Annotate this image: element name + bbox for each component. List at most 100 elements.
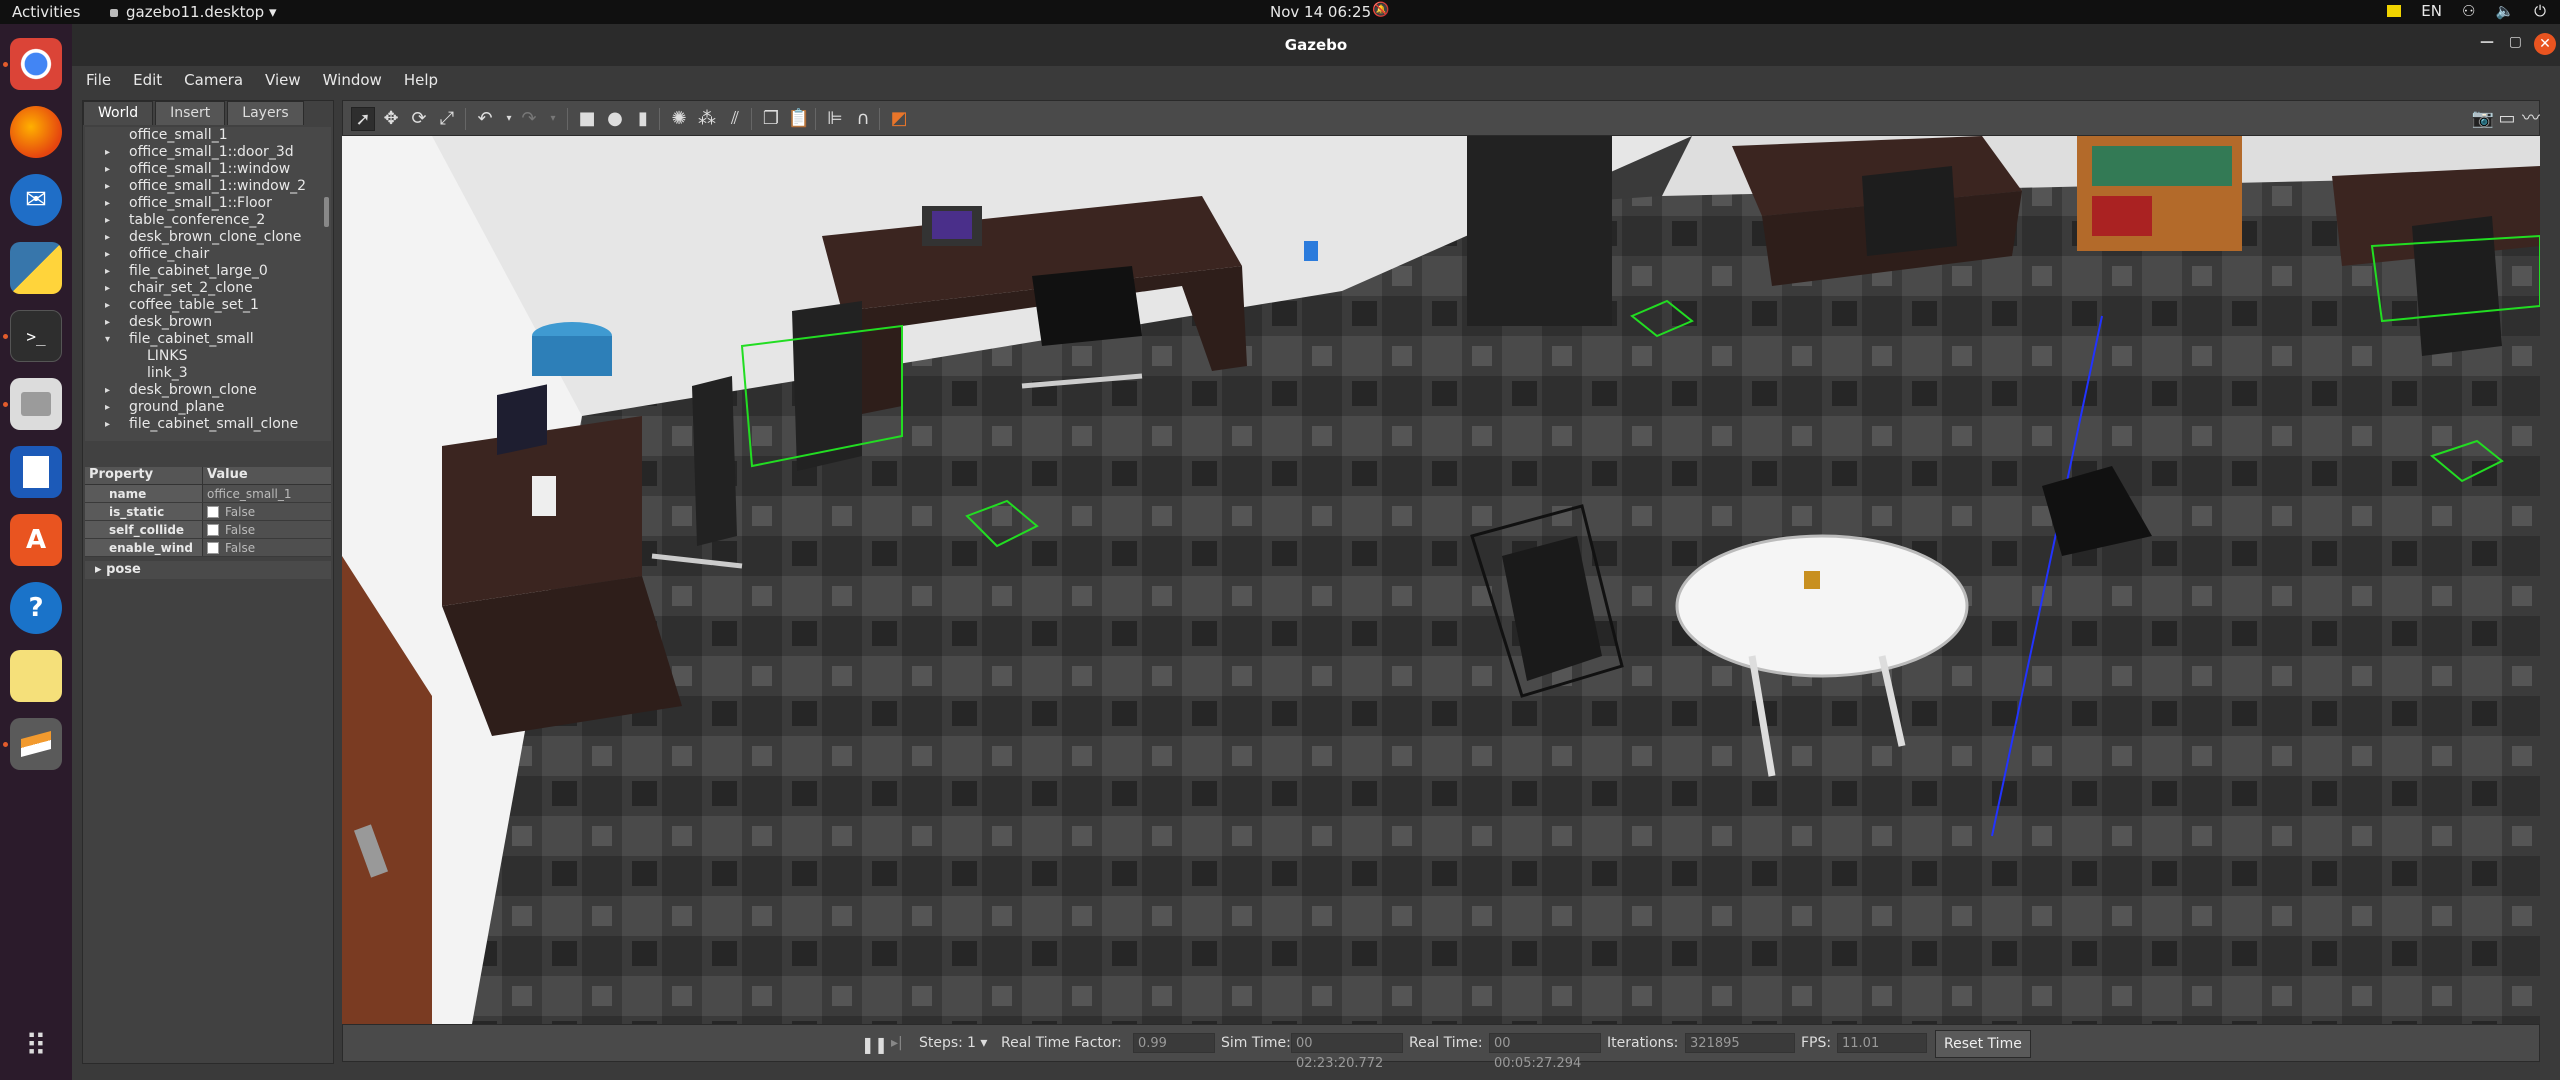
sphere-shape-icon[interactable]: ● bbox=[603, 107, 627, 131]
expand-arrow-icon[interactable]: ▸ bbox=[105, 297, 110, 314]
snap-icon[interactable]: ∩ bbox=[851, 107, 875, 131]
property-checkbox[interactable] bbox=[207, 541, 219, 554]
notes-indicator-icon[interactable] bbox=[2387, 5, 2402, 17]
property-value[interactable]: office_small_1 bbox=[203, 485, 331, 502]
power-icon[interactable]: ⏻ bbox=[2534, 2, 2546, 20]
tree-item[interactable]: office_small_1 bbox=[85, 127, 331, 144]
property-checkbox[interactable] bbox=[207, 505, 219, 518]
activities-button[interactable]: Activities bbox=[12, 3, 80, 21]
expand-arrow-icon[interactable]: ▸ bbox=[105, 178, 110, 195]
property-value[interactable]: False bbox=[203, 503, 331, 520]
tree-item[interactable]: ▸ file_cabinet_small_clone bbox=[85, 416, 331, 433]
expand-arrow-icon[interactable]: ▸ bbox=[105, 399, 110, 416]
menu-help[interactable]: Help bbox=[404, 71, 438, 89]
maximize-icon[interactable]: ▢ bbox=[2509, 34, 2522, 50]
select-mode-icon[interactable]: ➚ bbox=[351, 107, 375, 131]
undo-icon[interactable]: ↶ bbox=[473, 107, 497, 131]
minimize-icon[interactable]: — bbox=[2480, 34, 2494, 50]
scene-render[interactable] bbox=[342, 136, 2540, 1024]
tree-item[interactable]: ▸ office_small_1::door_3d bbox=[85, 144, 331, 161]
redo-history-icon[interactable]: ▾ bbox=[541, 107, 565, 131]
tree-item[interactable]: ▸ office_chair bbox=[85, 246, 331, 263]
python-icon[interactable] bbox=[10, 242, 62, 294]
window-titlebar[interactable]: Gazebo — ▢ ✕ bbox=[72, 24, 2560, 66]
property-checkbox[interactable] bbox=[207, 523, 219, 536]
expand-arrow-icon[interactable]: ▸ bbox=[105, 195, 110, 212]
expand-arrow-icon[interactable]: ▸ bbox=[105, 382, 110, 399]
reset-time-button[interactable]: Reset Time bbox=[1935, 1030, 2031, 1058]
language-indicator[interactable]: EN bbox=[2421, 2, 2442, 20]
menu-camera[interactable]: Camera bbox=[184, 71, 243, 89]
close-icon[interactable]: ✕ bbox=[2534, 33, 2556, 55]
screenshot-icon[interactable]: 📷 bbox=[2471, 107, 2495, 131]
copy-icon[interactable]: ❐ bbox=[759, 107, 783, 131]
writer-icon[interactable] bbox=[10, 446, 62, 498]
directional-light-icon[interactable]: ⫽ bbox=[723, 107, 747, 131]
property-value[interactable]: False bbox=[203, 539, 331, 556]
paste-icon[interactable]: 📋 bbox=[787, 107, 811, 131]
expand-arrow-icon[interactable]: ▸ bbox=[105, 416, 110, 433]
tree-item[interactable]: link_3 bbox=[85, 365, 331, 382]
gazebo-icon[interactable] bbox=[10, 718, 62, 770]
expand-arrow-icon[interactable]: ▸ bbox=[105, 314, 110, 331]
expand-arrow-icon[interactable]: ▸ bbox=[105, 229, 110, 246]
pose-group[interactable]: ▸ pose bbox=[85, 561, 331, 579]
app-menu[interactable]: gazebo11.desktop ▾ bbox=[110, 3, 277, 21]
translate-mode-icon[interactable]: ✥ bbox=[379, 107, 403, 131]
world-tree[interactable]: office_small_1 ▸ office_small_1::door_3d ▸ o… bbox=[85, 127, 331, 441]
menu-edit[interactable]: Edit bbox=[133, 71, 162, 89]
tab-insert[interactable]: Insert bbox=[155, 101, 226, 125]
network-icon[interactable]: ⚇ bbox=[2462, 2, 2475, 20]
align-icon[interactable]: ⊫ bbox=[823, 107, 847, 131]
terminal-icon[interactable]: >_ bbox=[10, 310, 62, 362]
point-light-icon[interactable]: ✺ bbox=[667, 107, 691, 131]
help-icon[interactable]: ? bbox=[10, 582, 62, 634]
expand-arrow-icon[interactable]: ▸ bbox=[105, 280, 110, 297]
rotate-mode-icon[interactable]: ⟳ bbox=[407, 107, 431, 131]
property-value[interactable]: False bbox=[203, 521, 331, 538]
scale-mode-icon[interactable]: ⤢ bbox=[435, 107, 459, 131]
redo-icon[interactable]: ↷ bbox=[517, 107, 541, 131]
tree-item[interactable]: ▸ table_conference_2 bbox=[85, 212, 331, 229]
firefox-icon[interactable] bbox=[10, 106, 62, 158]
software-center-icon[interactable]: A bbox=[10, 514, 62, 566]
3d-viewport[interactable] bbox=[342, 136, 2540, 1024]
sticky-notes-icon[interactable] bbox=[10, 650, 62, 702]
cylinder-shape-icon[interactable]: ▮ bbox=[631, 107, 655, 131]
tree-item[interactable]: ▸ desk_brown_clone_clone bbox=[85, 229, 331, 246]
plot-icon[interactable]: 〰 bbox=[2519, 107, 2543, 131]
tree-item[interactable]: ▸ chair_set_2_clone bbox=[85, 280, 331, 297]
volume-icon[interactable]: 🔈 bbox=[2495, 2, 2514, 20]
expand-arrow-icon[interactable]: ▸ bbox=[105, 161, 110, 178]
files-icon[interactable] bbox=[10, 378, 62, 430]
expand-arrow-icon[interactable]: ▸ bbox=[105, 144, 110, 161]
box-shape-icon[interactable]: ■ bbox=[575, 107, 599, 131]
expand-arrow-icon[interactable]: ▸ bbox=[105, 263, 110, 280]
tree-scrollbar[interactable] bbox=[324, 197, 329, 227]
pause-icon[interactable]: ❚❚ bbox=[861, 1035, 888, 1054]
tree-item[interactable]: ▸ desk_brown_clone bbox=[85, 382, 331, 399]
chrome-icon[interactable] bbox=[10, 38, 62, 90]
tab-world[interactable]: World bbox=[83, 101, 154, 125]
step-icon[interactable]: ▸| bbox=[891, 1035, 903, 1051]
menu-file[interactable]: File bbox=[86, 71, 111, 89]
tree-item[interactable]: ▸ office_small_1::window_2 bbox=[85, 178, 331, 195]
tree-item[interactable]: LINKS bbox=[85, 348, 331, 365]
tree-item[interactable]: ▸ office_small_1::window bbox=[85, 161, 331, 178]
thunderbird-icon[interactable]: ✉ bbox=[10, 174, 62, 226]
expand-arrow-icon[interactable]: ▸ bbox=[105, 246, 110, 263]
menu-view[interactable]: View bbox=[265, 71, 301, 89]
tree-item[interactable]: ▸ office_small_1::Floor bbox=[85, 195, 331, 212]
tree-item[interactable]: ▸ desk_brown bbox=[85, 314, 331, 331]
tree-item[interactable]: ▸ file_cabinet_large_0 bbox=[85, 263, 331, 280]
expand-arrow-icon[interactable]: ▸ bbox=[105, 212, 110, 229]
show-apps-icon[interactable]: ⠿ bbox=[10, 1020, 62, 1072]
steps-value[interactable]: 1 ▾ bbox=[967, 1035, 987, 1051]
menu-window[interactable]: Window bbox=[323, 71, 382, 89]
log-icon[interactable]: ▭ bbox=[2495, 107, 2519, 131]
clock[interactable]: Nov 14 06:25 bbox=[1270, 3, 1371, 21]
change-view-icon[interactable]: ◩ bbox=[887, 107, 911, 131]
tab-layers[interactable]: Layers bbox=[227, 101, 304, 125]
collapse-arrow-icon[interactable]: ▾ bbox=[105, 331, 110, 348]
system-tray[interactable]: EN ⚇ 🔈 ⏻ bbox=[2387, 2, 2546, 20]
